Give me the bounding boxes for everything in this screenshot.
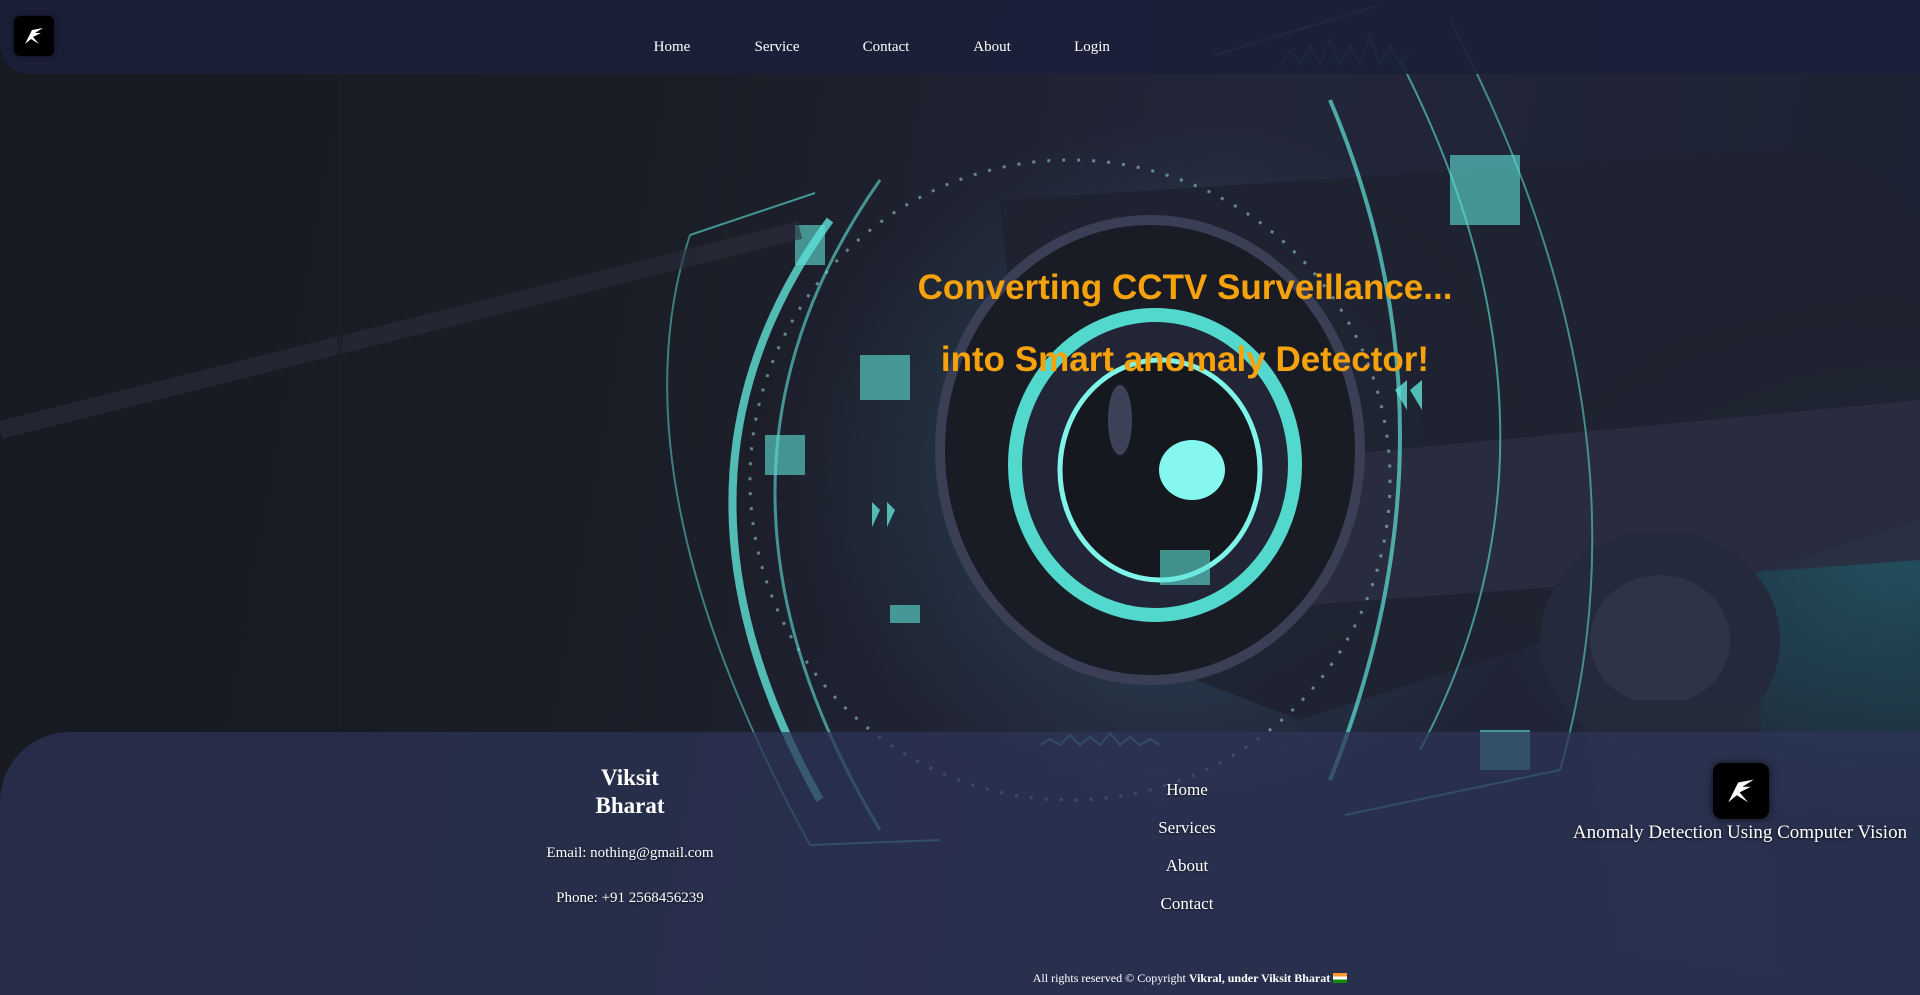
nav-contact-link[interactable]: Contact: [863, 37, 910, 57]
nav-service-link[interactable]: Service: [755, 37, 800, 57]
copyright-notice: All rights reserved © Copyright Vikral, …: [840, 971, 1540, 986]
falcon-logo-icon[interactable]: [14, 16, 54, 56]
footer-brand: Viksit Bharat: [530, 764, 730, 820]
footer-link-home[interactable]: Home: [1087, 780, 1287, 800]
nav-home-link[interactable]: Home: [654, 37, 691, 57]
copyright-prefix: All rights reserved © Copyright: [1032, 971, 1186, 985]
top-navbar: Home Service Contact About Login: [0, 0, 1920, 74]
footer-tagline: Anomaly Detection Using Computer Vision: [1572, 822, 1908, 843]
hero-headline-line1: Converting CCTV Surveillance...: [917, 268, 1453, 307]
footer-link-about[interactable]: About: [1087, 856, 1287, 876]
footer-email: Email: nothing@gmail.com: [546, 845, 714, 861]
falcon-logo-icon: [1713, 763, 1769, 819]
hero-headline-line2: into Smart anomaly Detector!: [940, 340, 1430, 379]
footer-brand-line1: Viksit: [601, 765, 659, 790]
india-flag-icon: [1333, 973, 1348, 983]
footer-brand-line2: Bharat: [595, 793, 665, 818]
footer-link-services[interactable]: Services: [1087, 818, 1287, 838]
nav-login-link[interactable]: Login: [1074, 37, 1110, 57]
nav-about-link[interactable]: About: [973, 37, 1011, 57]
footer-phone: Phone: +91 2568456239: [556, 890, 704, 906]
copyright-owner: Vikral, under Viksit Bharat: [1188, 971, 1331, 985]
footer: [0, 732, 1920, 995]
footer-link-contact[interactable]: Contact: [1087, 894, 1287, 914]
